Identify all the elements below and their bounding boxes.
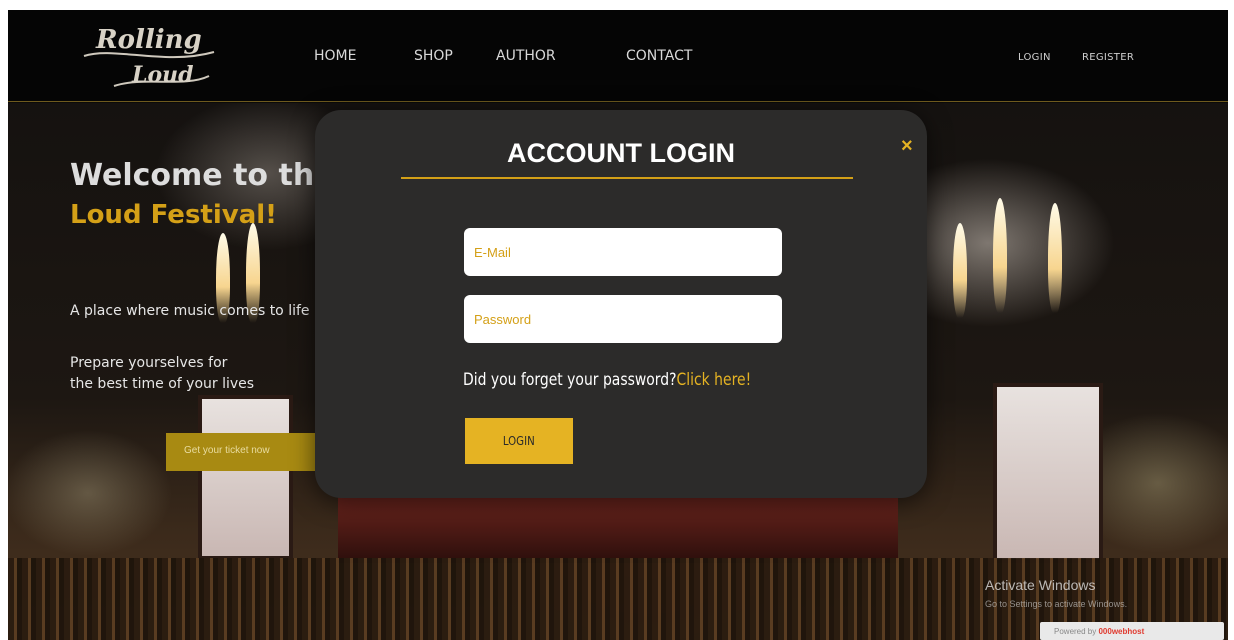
nav-shop[interactable]: SHOP bbox=[414, 48, 453, 64]
pyro-flame bbox=[993, 198, 1007, 313]
header-register-link[interactable]: REGISTER bbox=[1082, 52, 1134, 63]
rolling-loud-logo[interactable]: Rolling Loud bbox=[74, 16, 224, 98]
login-button[interactable]: LOGIN bbox=[465, 418, 573, 464]
hero-tagline-line: the best time of your lives bbox=[70, 376, 255, 392]
site-header: Rolling Loud HOME SHOP AUTHOR CONTACT LO… bbox=[8, 10, 1228, 102]
email-field[interactable] bbox=[464, 228, 782, 276]
logo-text-top: Rolling bbox=[95, 25, 202, 55]
header-login-link[interactable]: LOGIN bbox=[1018, 52, 1051, 63]
nav-contact[interactable]: CONTACT bbox=[626, 48, 692, 64]
activate-windows-title: Activate Windows bbox=[985, 577, 1096, 593]
hero-tagline: A place where music comes to life bbox=[70, 303, 310, 319]
hosting-badge[interactable]: Powered by 000webhost bbox=[1040, 622, 1224, 640]
logo-text-bottom: Loud bbox=[131, 62, 194, 88]
hero-festival: Loud Festival! bbox=[70, 200, 278, 230]
hero-tagline-line: Prepare yourselves for bbox=[70, 355, 228, 371]
hosting-badge-prefix: Powered by bbox=[1054, 627, 1097, 636]
pyro-flame bbox=[953, 223, 967, 318]
password-field[interactable] bbox=[464, 295, 782, 343]
nav-author[interactable]: AUTHOR bbox=[496, 48, 556, 64]
close-icon[interactable]: × bbox=[901, 135, 913, 158]
forgot-password-link[interactable]: Click here! bbox=[677, 370, 752, 390]
stage-screen bbox=[198, 395, 293, 560]
get-ticket-button[interactable]: Get your ticket now bbox=[166, 433, 316, 471]
nav-home[interactable]: HOME bbox=[314, 48, 356, 64]
login-button-label: LOGIN bbox=[503, 434, 535, 448]
pyro-flame bbox=[1048, 203, 1062, 313]
browser-viewport: Welcome to the Rolling Loud Festival! A … bbox=[8, 10, 1228, 640]
modal-title: ACCOUNT LOGIN bbox=[507, 138, 735, 168]
activate-windows-subtitle: Go to Settings to activate Windows. bbox=[985, 599, 1128, 609]
forgot-password-text: Did you forget your password?Click here! bbox=[463, 370, 751, 390]
login-modal: ACCOUNT LOGIN × Did you forget your pass… bbox=[315, 110, 927, 498]
modal-title-underline bbox=[401, 177, 853, 179]
stage-screen bbox=[993, 383, 1103, 563]
hero-tagline-secondary: Prepare yourselves for the best time of … bbox=[70, 353, 254, 395]
hosting-badge-brand: 000webhost bbox=[1098, 627, 1145, 636]
forgot-password-label: Did you forget your password? bbox=[463, 370, 677, 390]
